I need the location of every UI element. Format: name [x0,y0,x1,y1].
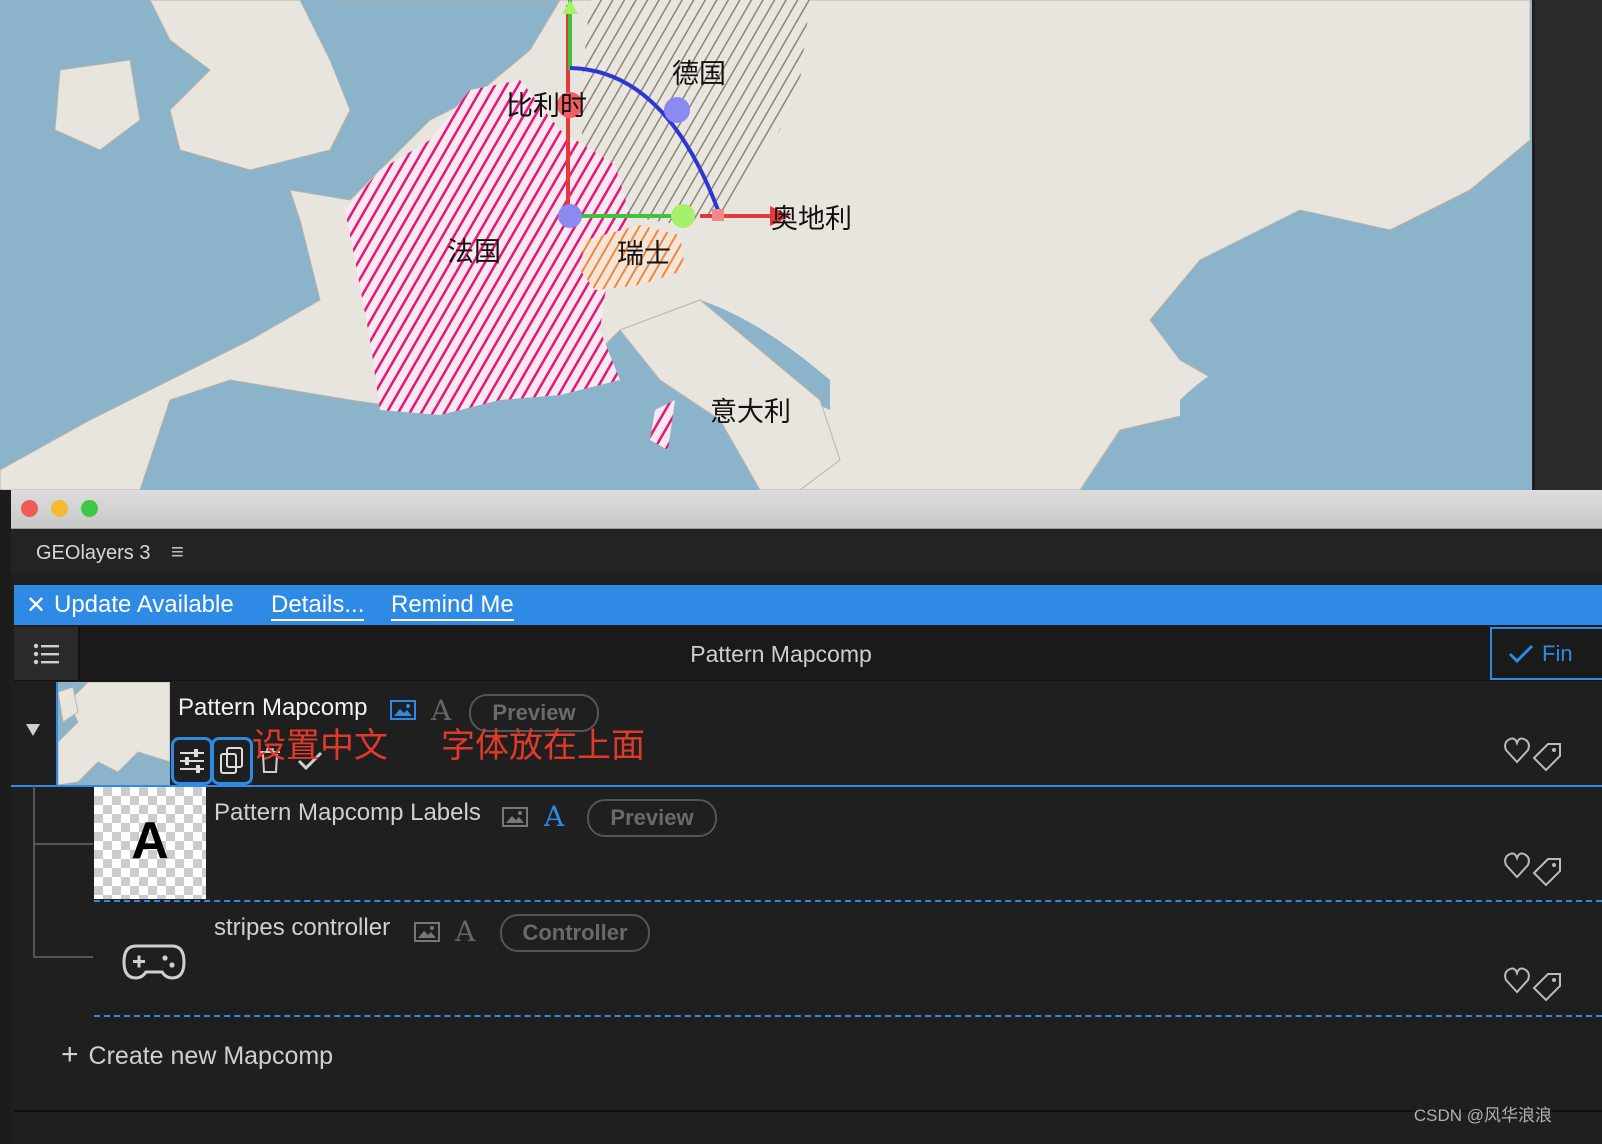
favorite-tag-icons[interactable] [1504,732,1564,774]
watermark: CSDN @风华浪浪 [1413,1106,1552,1125]
controller-badge[interactable]: Controller [500,914,650,952]
create-mapcomp-button[interactable]: + Create new Mapcomp [61,1038,333,1072]
mapcomp-row-pattern[interactable]: Pattern Mapcomp A Preview 设置中文 字体放在上面 [11,682,1602,787]
create-mapcomp-label: Create new Mapcomp [88,1042,334,1070]
sliders-icon [180,749,204,773]
text-layer-thumbnail: A [94,787,206,899]
text-layer-icon[interactable]: A [544,800,564,833]
map-canvas [0,0,1602,490]
finish-button[interactable]: Fin [1490,627,1602,680]
favorite-tag-icons[interactable] [1504,962,1564,1004]
map-label-germany: 德国 [672,59,726,90]
map-thumbnail [56,682,170,785]
duplicate-button[interactable] [211,737,253,785]
mapcomp-name[interactable]: Pattern Mapcomp Labels [214,799,481,827]
update-available-text: Update Available [54,591,234,618]
tree-guide-branch-1 [33,843,93,845]
checkmark-icon [1508,644,1534,664]
close-icon[interactable]: ✕ [26,591,46,620]
copy-icon [220,747,243,774]
details-link[interactable]: Details... [271,591,365,621]
tree-guide-line [33,786,35,956]
panel-title: GEOlayers 3 [36,542,151,564]
mapcomp-name[interactable]: stripes controller [214,914,390,942]
text-layer-icon[interactable]: A [455,915,475,948]
map-label-austria: 奥地利 [771,204,852,235]
preview-badge[interactable]: Preview [587,799,717,837]
mapcomp-toolbar: Pattern Mapcomp Fin [14,627,1602,681]
tree-guide-branch-2 [33,956,93,958]
image-icon[interactable] [390,700,416,720]
image-icon[interactable] [414,922,440,942]
window-titlebar [11,490,1602,529]
window-close-button[interactable] [21,500,38,517]
map-label-italy: 意大利 [710,397,791,428]
map-label-switzerland: 瑞士 [617,239,671,270]
map-viewport[interactable]: 德国 比利时 法国 瑞士 奥地利 意大利 [0,0,1602,490]
gamepad-icon [122,944,186,980]
panel-header: GEOlayers 3 ≡ [11,529,1602,574]
mapcomp-row-labels[interactable]: A Pattern Mapcomp Labels A Preview [94,787,1602,902]
finish-label: Fin [1542,641,1573,666]
favorite-tag-icons[interactable] [1504,847,1564,889]
window-minimize-button[interactable] [51,500,68,517]
left-edge-panel [0,490,11,1144]
mapcomp-row-controller[interactable]: stripes controller A Controller [94,902,1602,1017]
toolbar-title: Pattern Mapcomp [690,641,872,667]
hamburger-icon[interactable]: ≡ [171,539,184,565]
geolayers-window: GEOlayers 3 ≡ ✕ Update Available Details… [11,490,1602,1144]
plus-icon: + [61,1038,79,1071]
thumb-letter: A [131,812,169,870]
collapse-arrow-icon[interactable] [26,724,40,736]
settings-button[interactable] [171,737,213,785]
update-banner: ✕ Update Available Details... Remind Me [14,585,1602,625]
annotation-font-on-top: 字体放在上面 [441,726,645,766]
window-zoom-button[interactable] [81,500,98,517]
map-label-france: 法国 [447,237,501,268]
remind-me-link[interactable]: Remind Me [391,591,514,621]
panel-bottom-border [14,1110,1602,1112]
image-icon[interactable] [502,807,528,827]
annotation-chinese-setting: 设置中文 [252,726,388,766]
map-label-belgium: 比利时 [506,91,587,122]
